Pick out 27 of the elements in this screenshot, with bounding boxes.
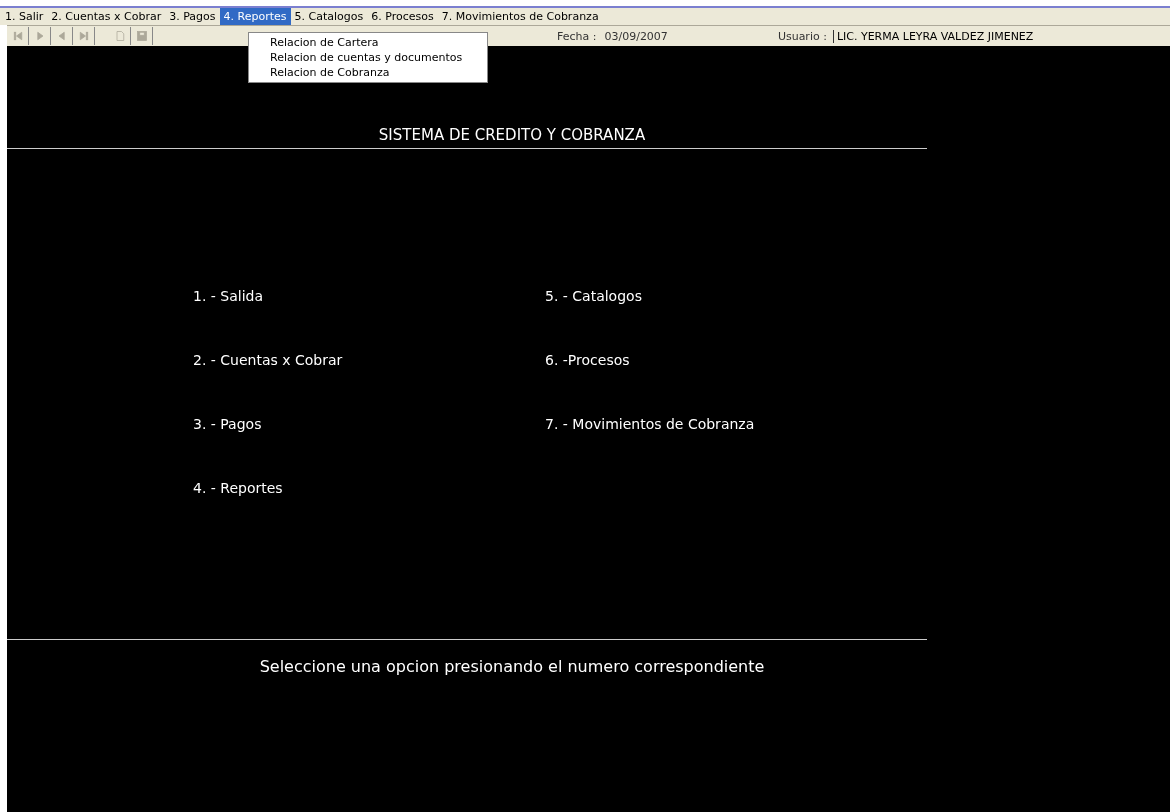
menu-item[interactable]: 4. Reportes bbox=[219, 8, 291, 25]
save-icon bbox=[135, 30, 148, 42]
dropdown-item[interactable]: Relacion de Cartera bbox=[249, 35, 487, 50]
menu-item[interactable]: 2. Cuentas x Cobrar bbox=[47, 8, 166, 25]
new-document-icon bbox=[113, 30, 126, 42]
user-label: Usuario : bbox=[777, 29, 827, 43]
menu-option[interactable]: 3. - Pagos bbox=[193, 415, 545, 433]
menu-option[interactable]: 2. - Cuentas x Cobrar bbox=[193, 351, 545, 369]
menu-item[interactable]: 3. Pagos bbox=[165, 8, 220, 25]
system-title: SISTEMA DE CREDITO Y COBRANZA bbox=[377, 126, 647, 144]
dropdown-item[interactable]: Relacion de cuentas y documentos bbox=[249, 50, 487, 65]
menu-item[interactable]: 1. Salir bbox=[1, 8, 48, 25]
date-label: Fecha : bbox=[557, 29, 597, 43]
menu-option[interactable]: 4. - Reportes bbox=[193, 479, 545, 497]
menu-option[interactable]: 5. - Catalogos bbox=[545, 287, 755, 305]
last-icon bbox=[77, 30, 90, 42]
menu-item[interactable]: 5. Catalogos bbox=[290, 8, 368, 25]
user-value: LIC. YERMA LEYRA VALDEZ JIMENEZ bbox=[832, 29, 1034, 43]
date-value: 03/09/2007 bbox=[604, 29, 668, 43]
first-icon bbox=[11, 30, 24, 42]
menu-option[interactable]: 7. - Movimientos de Cobranza bbox=[545, 415, 755, 433]
menu-item[interactable]: 6. Procesos bbox=[367, 8, 438, 25]
instruction-text: Seleccione una opcion presionando el numero correspondiente bbox=[258, 657, 766, 676]
menu-option[interactable]: 6. -Procesos bbox=[545, 351, 755, 369]
dropdown-item[interactable]: Relacion de Cobranza bbox=[249, 65, 487, 80]
menu-item[interactable]: 7. Movimientos de Cobranza bbox=[437, 8, 603, 25]
menu-option[interactable]: 1. - Salida bbox=[193, 287, 545, 305]
